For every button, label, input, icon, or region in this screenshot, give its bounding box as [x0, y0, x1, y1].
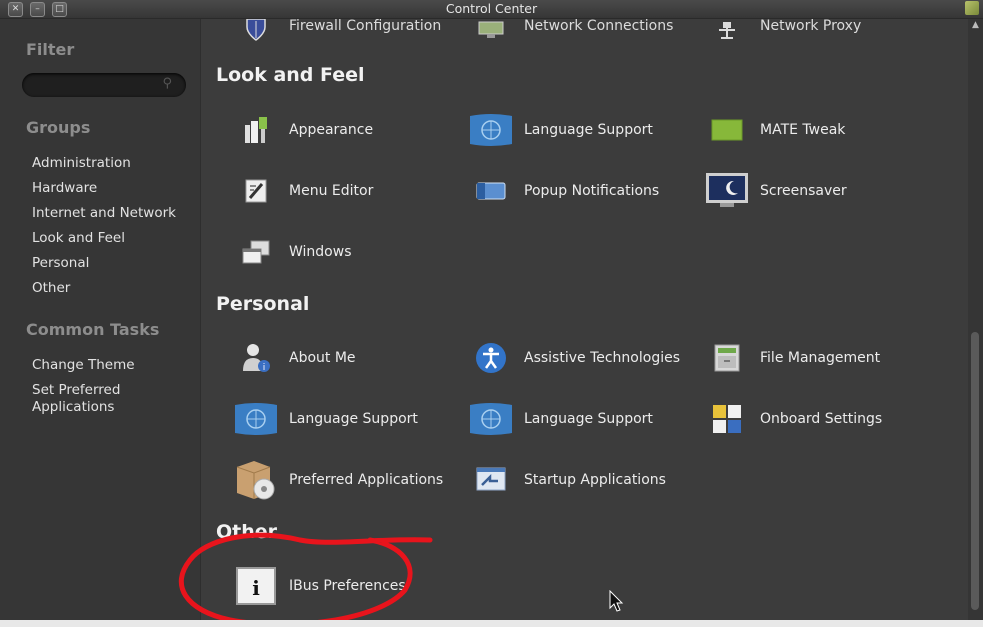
scroll-up-arrow-icon[interactable]: ▲: [970, 19, 981, 31]
scrollbar-thumb[interactable]: [971, 332, 979, 610]
bottom-edge: [0, 620, 983, 627]
red-circle-annotation: [178, 532, 433, 627]
mouse-cursor-icon: [609, 590, 624, 612]
